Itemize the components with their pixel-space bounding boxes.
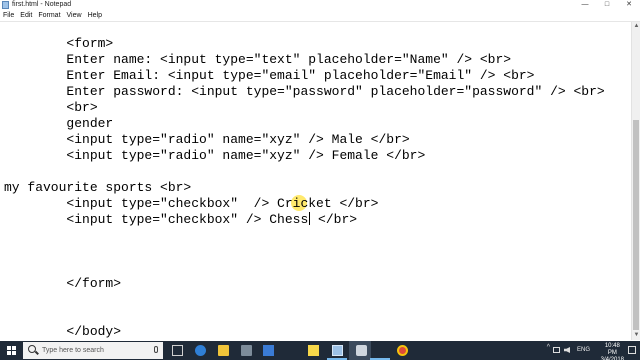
windows-logo-icon — [7, 346, 16, 355]
sticky-notes-icon[interactable] — [308, 345, 319, 356]
search-placeholder: Type here to search — [42, 347, 104, 354]
notification-icon[interactable] — [628, 346, 636, 354]
notepad-app-icon — [2, 1, 9, 9]
start-button[interactable] — [0, 341, 22, 360]
file-explorer-icon[interactable] — [218, 345, 229, 356]
title-bar: first.html - Notepad — □ ✕ — [0, 0, 640, 10]
menu-edit[interactable]: Edit — [17, 10, 35, 21]
network-icon[interactable] — [553, 347, 560, 353]
menu-help[interactable]: Help — [85, 10, 105, 21]
scroll-down-arrow-icon[interactable]: ▼ — [632, 331, 640, 340]
task-view-icon[interactable] — [172, 345, 183, 356]
window-title: first.html - Notepad — [12, 1, 72, 8]
menu-view[interactable]: View — [64, 10, 85, 21]
search-icon — [28, 345, 36, 353]
code-line-text: <input type="checkbox" /> Chess — [4, 212, 309, 227]
window-controls: — □ ✕ — [574, 0, 640, 10]
volume-icon[interactable] — [564, 347, 570, 353]
menu-bar: File Edit Format View Help — [0, 10, 640, 22]
code-line-with-caret: <input type="checkbox" /> Chess </br> — [4, 212, 357, 228]
chevron-up-icon[interactable]: ^ — [547, 344, 550, 351]
code-line: </body> — [4, 324, 122, 339]
mail-icon[interactable] — [263, 345, 274, 356]
store-icon[interactable] — [241, 345, 252, 356]
code-line: <input type="radio" name="xyz" /> Female… — [4, 148, 426, 163]
clock-date: 3/4/2018 — [600, 357, 624, 363]
vertical-scrollbar[interactable]: ▲ ▼ — [631, 22, 640, 340]
taskbar: Type here to search ^ ENG 10:48 PM 3/4/2… — [0, 341, 640, 363]
clock-time: 10:48 PM — [604, 343, 620, 356]
code-line: Enter password: <input type="password" p… — [4, 84, 605, 99]
code-line: gender — [4, 116, 114, 131]
code-line: <br> — [4, 100, 98, 115]
code-line: <input type="checkbox" /> Cricket </br> — [4, 196, 379, 211]
menu-file[interactable]: File — [0, 10, 17, 21]
taskbar-search-box[interactable]: Type here to search — [23, 342, 163, 359]
scrollbar-thumb[interactable] — [633, 120, 639, 330]
menu-format[interactable]: Format — [35, 10, 63, 21]
code-line: Enter name: <input type="text" placehold… — [4, 52, 512, 67]
edge-icon[interactable] — [195, 345, 206, 356]
minimize-button[interactable]: — — [574, 0, 596, 10]
code-line-tail: </br> — [310, 212, 358, 227]
code-line: <form> — [4, 36, 114, 51]
scroll-up-arrow-icon[interactable]: ▲ — [632, 22, 640, 31]
settings-icon[interactable] — [356, 345, 367, 356]
code-line: <input type="radio" name="xyz" /> Male <… — [4, 132, 410, 147]
text-editor[interactable]: <form> Enter name: <input type="text" pl… — [0, 22, 631, 340]
language-indicator[interactable]: ENG — [577, 341, 590, 360]
microphone-icon[interactable] — [154, 346, 158, 353]
maximize-button[interactable]: □ — [596, 0, 618, 10]
close-button[interactable]: ✕ — [618, 0, 640, 10]
clock[interactable]: 10:48 PM 3/4/2018 — [601, 343, 624, 364]
code-line: Enter Email: <input type="email" placeho… — [4, 68, 535, 83]
chrome-icon[interactable] — [397, 345, 408, 356]
code-line: </form> — [4, 276, 122, 291]
code-line: my favourite sports <br> — [4, 180, 192, 195]
notepad-icon[interactable] — [332, 345, 343, 356]
